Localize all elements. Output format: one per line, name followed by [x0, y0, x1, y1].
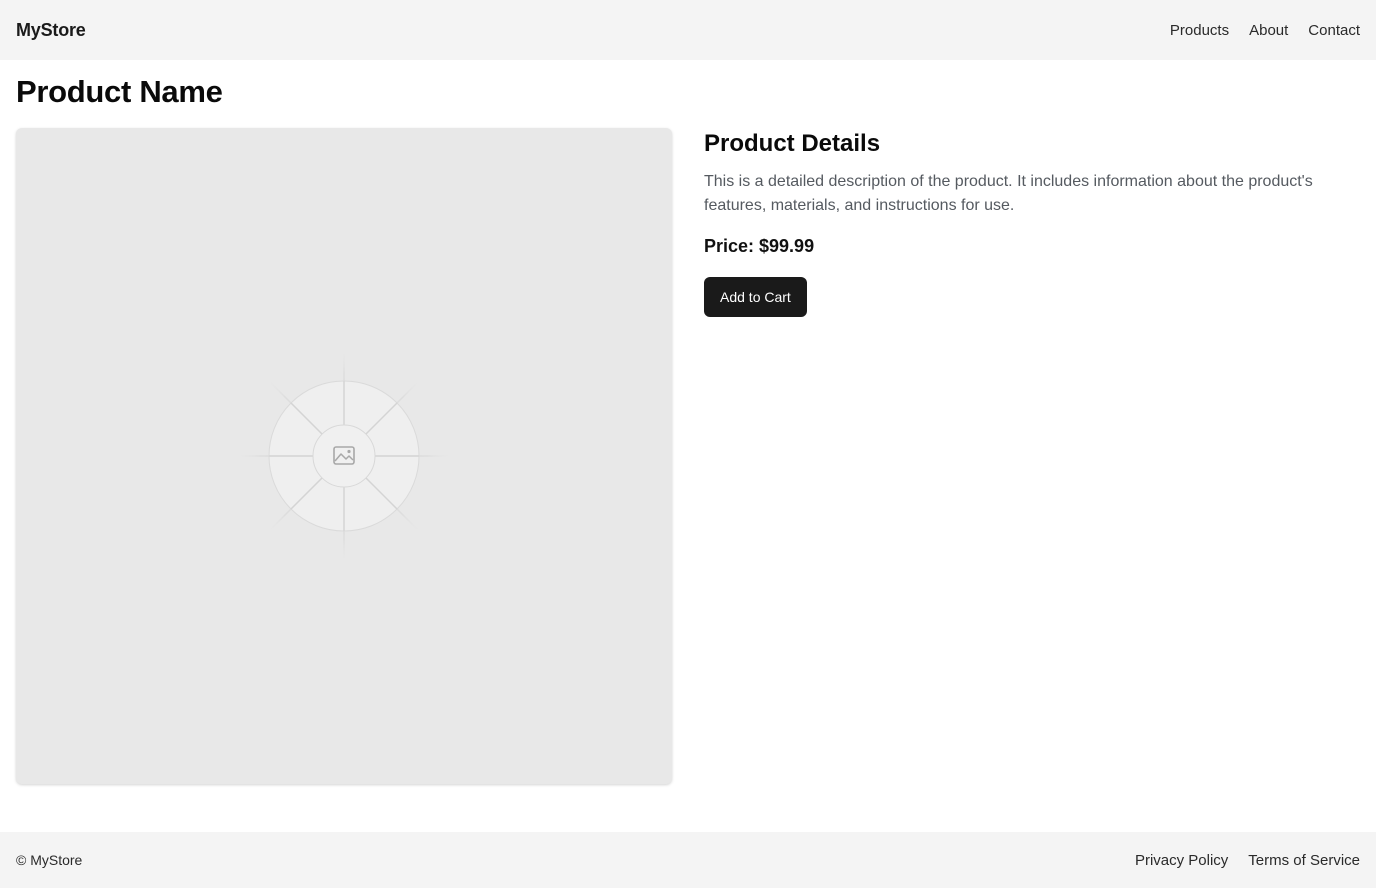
details-heading: Product Details [704, 130, 881, 157]
product-description: This is a detailed description of the pr… [704, 173, 1313, 214]
add-to-cart-button[interactable]: Add to Cart [704, 277, 807, 317]
nav-link-about[interactable]: About [1249, 22, 1288, 39]
brand-logo[interactable]: MyStore [16, 20, 86, 41]
nav-link-products[interactable]: Products [1170, 22, 1229, 39]
site-footer: © MyStore Privacy Policy Terms of Servic… [0, 832, 1376, 888]
page-title: Product Name [16, 74, 223, 109]
product-details: Product Details This is a detailed descr… [704, 128, 1344, 317]
main-nav: Products About Contact [1170, 22, 1360, 39]
nav-link-contact[interactable]: Contact [1308, 22, 1360, 39]
product-price: Price: $99.99 [704, 236, 815, 256]
footer-links: Privacy Policy Terms of Service [1135, 852, 1360, 869]
site-header: MyStore Products About Contact [0, 0, 1376, 60]
footer-link-privacy-policy[interactable]: Privacy Policy [1135, 852, 1228, 869]
image-placeholder-graphic [238, 350, 450, 562]
copyright-text: © MyStore [16, 852, 83, 868]
footer-link-terms-of-service[interactable]: Terms of Service [1248, 852, 1360, 869]
product-image-placeholder [16, 128, 672, 784]
page: MyStore Products About Contact Product N… [0, 0, 1376, 888]
